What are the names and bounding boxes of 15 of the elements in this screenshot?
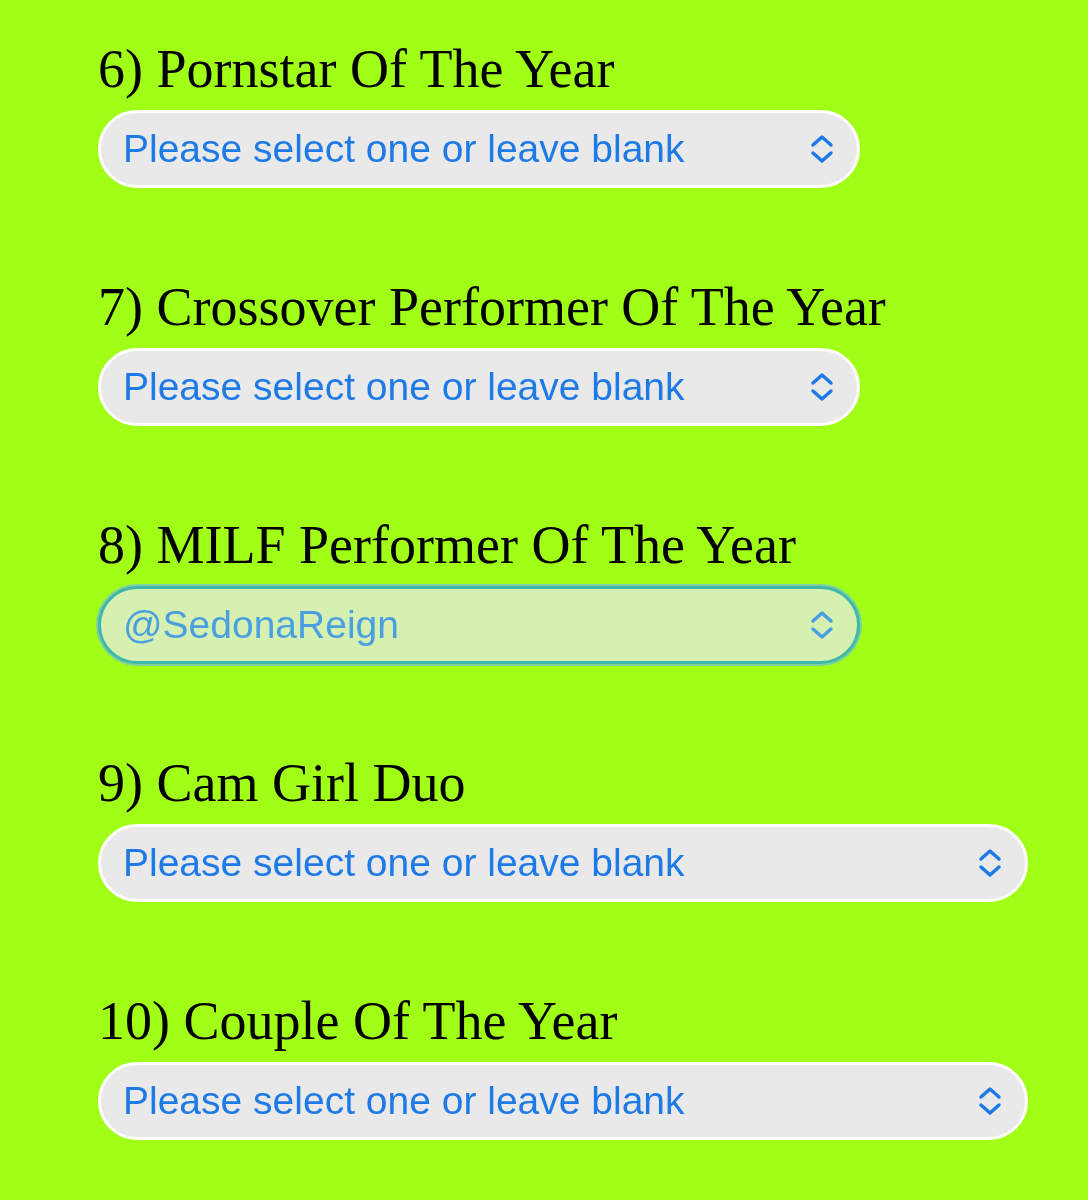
dropdown-select[interactable]: Please select one or leave blank	[98, 824, 1028, 902]
question-label: 10) Couple Of The Year	[98, 990, 618, 1052]
question-label: 7) Crossover Performer Of The Year	[98, 276, 886, 338]
question-label: 9) Cam Girl Duo	[98, 752, 466, 814]
question-label: 8) MILF Performer Of The Year	[98, 514, 796, 576]
dropdown-select[interactable]: Please select one or leave blank	[98, 110, 860, 188]
chevron-up-down-icon	[809, 609, 835, 641]
chevron-up-down-icon	[809, 133, 835, 165]
dropdown-select[interactable]: @SedonaReign	[98, 586, 860, 664]
dropdown-select[interactable]: Please select one or leave blank	[98, 1062, 1028, 1140]
chevron-up-down-icon	[809, 371, 835, 403]
chevron-up-down-icon	[977, 847, 1003, 879]
question-label: 6) Pornstar Of The Year	[98, 38, 615, 100]
chevron-up-down-icon	[977, 1085, 1003, 1117]
dropdown-select[interactable]: Please select one or leave blank	[98, 348, 860, 426]
